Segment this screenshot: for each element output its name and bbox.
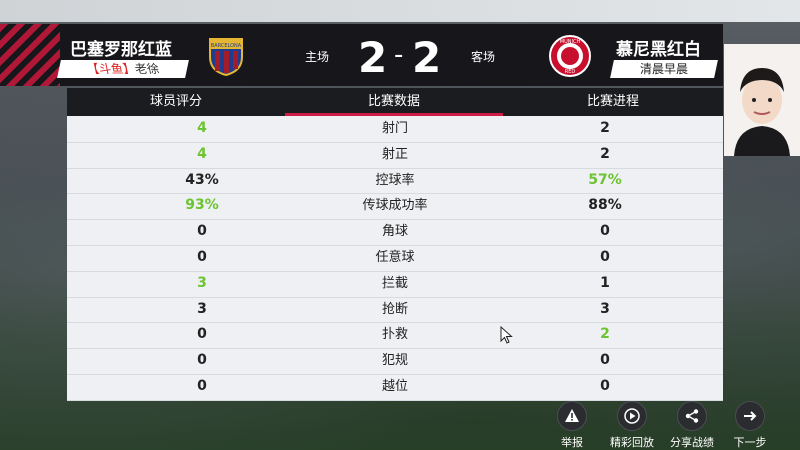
stat-home-value: 0 bbox=[197, 352, 207, 369]
home-crest-text: BARCELONA bbox=[211, 43, 242, 49]
share-label: 分享战绩 bbox=[670, 436, 714, 449]
away-player-tag: 清晨早晨 bbox=[610, 60, 718, 78]
stat-label: 传球成功率 bbox=[362, 198, 428, 214]
stat-home-value: 93% bbox=[185, 197, 219, 214]
arrow-right-icon bbox=[735, 401, 765, 431]
stat-away-value: 0 bbox=[600, 223, 610, 240]
replay-label: 精彩回放 bbox=[610, 436, 654, 449]
stat-row: 3 拦截 1 bbox=[67, 271, 723, 298]
stat-home-value: 3 bbox=[197, 274, 207, 291]
share-button[interactable]: 分享战绩 bbox=[662, 401, 722, 450]
next-label: 下一步 bbox=[733, 436, 767, 449]
away-side-label: 客场 bbox=[471, 50, 496, 64]
home-team-name: 巴塞罗那红蓝 bbox=[70, 40, 172, 60]
stat-label: 扑救 bbox=[381, 327, 408, 343]
away-tag-name: 清晨早晨 bbox=[639, 62, 688, 76]
stat-row: 3 抢断 3 bbox=[67, 297, 723, 324]
home-tag-prefix: 【斗鱼】 bbox=[85, 62, 137, 76]
home-tag-name: 老徐 bbox=[133, 62, 161, 76]
home-score: 2 bbox=[358, 33, 388, 82]
stat-label: 犯规 bbox=[381, 353, 408, 369]
stat-away-value: 3 bbox=[600, 300, 610, 317]
report-button[interactable]: 举报 bbox=[542, 401, 602, 450]
stat-row: 0 越位 0 bbox=[67, 374, 723, 401]
stat-away-value: 0 bbox=[600, 249, 610, 265]
report-label: 举报 bbox=[561, 436, 583, 449]
tab-bar: 球员评分 比赛数据 比赛进程 bbox=[67, 88, 723, 116]
replay-button[interactable]: 精彩回放 bbox=[602, 401, 662, 450]
away-team-crest-icon: MUNICH RED bbox=[548, 34, 591, 78]
score-separator: - bbox=[394, 40, 404, 70]
stat-row: 0 犯规 0 bbox=[67, 348, 723, 375]
stat-away-value: 2 bbox=[600, 145, 610, 162]
away-team-name: 慕尼黑红白 bbox=[616, 40, 701, 60]
stat-away-value: 1 bbox=[600, 274, 610, 291]
away-crest-text-bottom: RED bbox=[565, 69, 576, 75]
home-team-crest-icon: BARCELONA bbox=[206, 33, 246, 77]
play-icon bbox=[617, 401, 647, 431]
stat-label: 控球率 bbox=[375, 172, 415, 188]
stat-home-value: 0 bbox=[197, 249, 207, 265]
next-button[interactable]: 下一步 bbox=[720, 401, 780, 450]
tab-match-stats[interactable]: 比赛数据 bbox=[285, 88, 503, 116]
stats-table: 4 射门 2 4 射正 2 43% 控球率 57% 93% 传球成功率 88% 0 角球 0 0 任意球 0 3 拦截… bbox=[67, 116, 723, 401]
stat-label: 越位 bbox=[381, 379, 408, 394]
stat-label: 抢断 bbox=[381, 301, 408, 317]
top-strip bbox=[0, 0, 800, 22]
stat-home-value: 0 bbox=[197, 223, 207, 240]
mouse-cursor-icon bbox=[500, 325, 514, 348]
stat-label: 拦截 bbox=[381, 275, 408, 291]
stat-away-value: 88% bbox=[588, 197, 622, 214]
warning-icon bbox=[557, 401, 587, 431]
away-crest-text-top: MUNICH bbox=[560, 39, 581, 45]
stat-row: 0 任意球 0 bbox=[67, 245, 723, 272]
stat-label: 任意球 bbox=[375, 250, 415, 265]
stat-away-value: 2 bbox=[600, 120, 610, 136]
stat-row: 93% 传球成功率 88% bbox=[67, 193, 723, 221]
home-side-label: 主场 bbox=[305, 50, 330, 64]
stat-away-value: 57% bbox=[588, 171, 622, 188]
home-player-tag: 【斗鱼】老徐 bbox=[57, 60, 189, 78]
stat-label: 射门 bbox=[381, 121, 408, 136]
stat-away-value: 2 bbox=[600, 326, 610, 343]
stat-row: 0 扑救 2 bbox=[67, 322, 723, 350]
stat-home-value: 4 bbox=[197, 120, 207, 136]
stat-label: 射正 bbox=[381, 146, 408, 162]
stat-home-value: 3 bbox=[197, 300, 207, 317]
stat-home-value: 0 bbox=[197, 326, 207, 343]
stat-home-value: 4 bbox=[197, 145, 207, 162]
away-score: 2 bbox=[412, 33, 442, 82]
stat-away-value: 0 bbox=[600, 378, 610, 394]
stat-label: 角球 bbox=[381, 224, 408, 240]
tab-match-progress[interactable]: 比赛进程 bbox=[504, 88, 722, 116]
stat-home-value: 43% bbox=[185, 171, 219, 188]
header-decoration-stripe bbox=[0, 24, 60, 86]
stat-row: 43% 控球率 57% bbox=[67, 168, 723, 195]
stat-row: 4 射门 2 bbox=[67, 116, 723, 143]
stat-row: 0 角球 0 bbox=[67, 219, 723, 246]
stat-away-value: 0 bbox=[600, 352, 610, 369]
streamer-webcam bbox=[724, 44, 800, 156]
tab-player-ratings[interactable]: 球员评分 bbox=[67, 88, 285, 116]
stat-row: 4 射正 2 bbox=[67, 142, 723, 169]
share-icon bbox=[677, 401, 707, 431]
stat-home-value: 0 bbox=[197, 378, 207, 394]
